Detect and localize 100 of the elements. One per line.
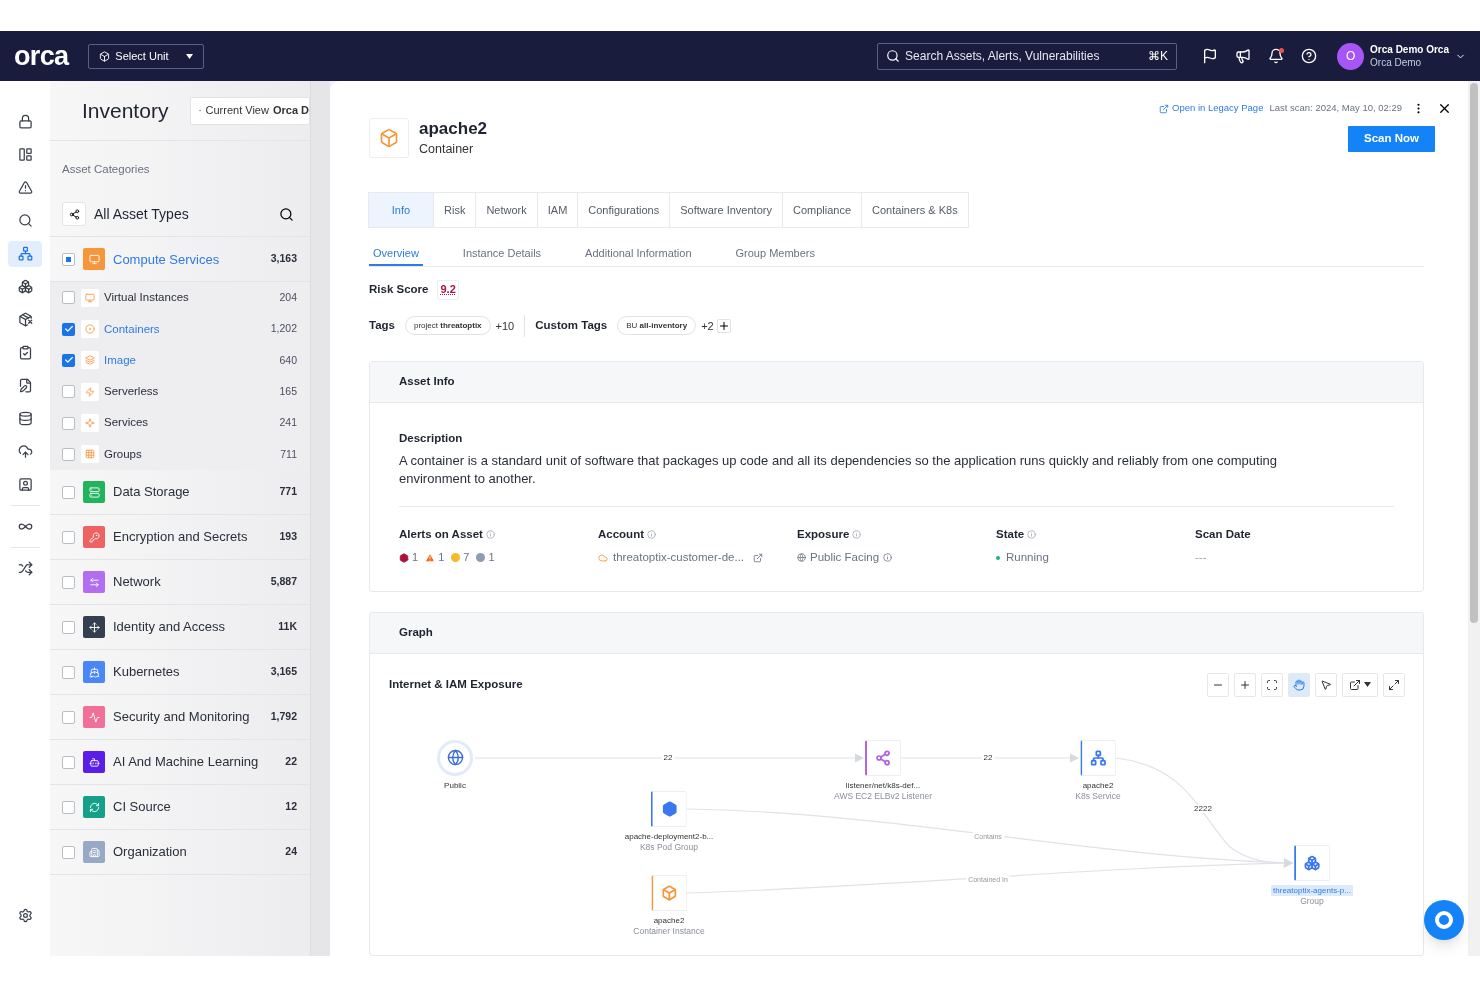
flag-icon[interactable]	[1202, 48, 1219, 64]
checkbox[interactable]	[62, 322, 75, 336]
checkbox[interactable]	[62, 620, 75, 634]
search-field[interactable]: Search Assets, Alerts, Vulnerabilities	[905, 47, 1144, 65]
caret-icon	[186, 53, 194, 59]
tab[interactable]: Info	[368, 191, 434, 228]
node-name[interactable]: apache2	[1080, 779, 1116, 791]
checkbox[interactable]	[62, 485, 75, 499]
node-name[interactable]: apache-deployment2-b...	[622, 830, 716, 842]
node-name[interactable]: threatoptix-agents-p...	[1271, 884, 1353, 896]
subcategory-item[interactable]: Serverless	[104, 383, 159, 401]
close-icon[interactable]	[1437, 101, 1452, 116]
count: 771	[279, 484, 297, 500]
zoom-in-button[interactable]	[1234, 672, 1256, 697]
unit-select[interactable]: Select Unit	[88, 43, 205, 69]
subtab[interactable]: Instance Details	[458, 241, 546, 266]
checkbox[interactable]	[62, 416, 75, 430]
legacy-page-link[interactable]: Open in Legacy Page	[1172, 101, 1264, 116]
more-tags[interactable]: +10	[495, 317, 515, 334]
help-icon[interactable]	[1301, 48, 1318, 64]
node-name[interactable]: listener/net/k8s-def...	[843, 779, 923, 791]
scrollbar[interactable]	[1468, 81, 1480, 956]
view-selector[interactable]: Current View Orca D	[190, 96, 310, 125]
field-label: Risk Score	[369, 282, 429, 298]
asset-type: Container	[419, 141, 475, 158]
graph-node[interactable]	[1080, 739, 1116, 776]
subcategory-item[interactable]: Virtual Instances	[104, 289, 189, 307]
category-item[interactable]: Compute Services	[113, 249, 220, 269]
tab[interactable]: Containers & K8s	[861, 191, 969, 228]
graph-node[interactable]	[437, 739, 473, 776]
category-item[interactable]: Kubernetes	[113, 662, 180, 682]
tab[interactable]: Compliance	[781, 191, 863, 228]
pan-button[interactable]	[1288, 672, 1310, 697]
count: 193	[279, 529, 297, 545]
category-item[interactable]: Encryption and Secrets	[113, 527, 248, 547]
tab[interactable]: IAM	[536, 191, 579, 228]
category-item[interactable]: CI Source	[113, 797, 171, 817]
chat-button[interactable]	[1424, 900, 1464, 940]
count: 1,792	[270, 709, 297, 725]
alert-count[interactable]: 7	[463, 549, 470, 566]
add-tag-button[interactable]	[716, 318, 731, 333]
sparkle-icon	[81, 414, 99, 433]
category-item[interactable]: Network	[113, 572, 161, 592]
zoom-out-button[interactable]	[1207, 672, 1229, 697]
checkbox[interactable]	[62, 447, 75, 461]
checkbox[interactable]	[62, 385, 75, 399]
hierarchy-icon[interactable]	[8, 240, 42, 267]
pan-icon	[1293, 678, 1305, 691]
alert-count[interactable]: 1	[438, 549, 445, 566]
graph-node[interactable]	[651, 874, 687, 911]
node-type: Group	[1300, 895, 1324, 907]
checkbox[interactable]	[62, 665, 75, 679]
category-item[interactable]: Organization	[113, 842, 187, 862]
category-item[interactable]: AI And Machine Learning	[113, 752, 259, 772]
asset-type-selector[interactable]: All Asset Types	[50, 192, 310, 238]
export-button[interactable]	[1342, 672, 1378, 697]
graph-node[interactable]	[651, 790, 687, 827]
search-bar[interactable]: Search Assets, Alerts, Vulnerabilities ⌘K	[877, 42, 1178, 70]
subcategory-item[interactable]: Services	[104, 414, 149, 432]
search-icon[interactable]	[279, 206, 294, 222]
checkbox[interactable]	[62, 575, 75, 589]
subcategory-item[interactable]: Image	[104, 351, 136, 370]
fullscreen-button[interactable]	[1383, 672, 1405, 697]
tab[interactable]: Software Inventory	[669, 191, 783, 228]
graph-node[interactable]	[1294, 844, 1330, 881]
select-button[interactable]	[1315, 672, 1337, 697]
checkbox[interactable]	[62, 252, 75, 266]
graph-node[interactable]	[865, 739, 901, 776]
checkbox[interactable]	[62, 354, 75, 367]
avatar[interactable]: O	[1337, 42, 1365, 70]
edge-label: 22	[661, 753, 675, 762]
scan-button[interactable]: Scan Now	[1348, 126, 1435, 152]
subtab[interactable]: Overview	[369, 241, 423, 266]
node-name[interactable]: apache2	[651, 914, 687, 926]
checkbox[interactable]	[62, 755, 75, 769]
field-value: Public Facing	[810, 550, 880, 566]
checkbox[interactable]	[62, 710, 75, 724]
tab[interactable]: Network	[475, 191, 538, 228]
checkbox[interactable]	[62, 530, 75, 544]
checkbox[interactable]	[62, 291, 75, 305]
more-tags[interactable]: +2	[701, 317, 714, 334]
alert-count[interactable]: 1	[488, 549, 495, 566]
node-name[interactable]: Public	[442, 779, 468, 791]
category-item[interactable]: Data Storage	[113, 482, 190, 502]
category-item[interactable]: Identity and Access	[113, 617, 225, 637]
subcategory-item[interactable]: Containers	[104, 320, 160, 338]
checkbox[interactable]	[62, 845, 75, 859]
category-item[interactable]: Security and Monitoring	[113, 707, 250, 727]
tab[interactable]: Configurations	[577, 191, 671, 228]
alert-count[interactable]: 1	[412, 549, 419, 566]
megaphone-icon[interactable]	[1235, 48, 1252, 64]
account-link[interactable]: threatoptix-customer-de...	[613, 549, 745, 567]
checkbox[interactable]	[62, 800, 75, 814]
fit-button[interactable]	[1261, 672, 1283, 697]
subtab[interactable]: Additional Information	[581, 241, 696, 266]
tab[interactable]: Risk	[433, 191, 477, 228]
bell-icon[interactable]	[1268, 48, 1285, 64]
fit-icon	[1266, 678, 1278, 691]
subtab[interactable]: Group Members	[731, 241, 819, 266]
subcategory-item[interactable]: Groups	[104, 445, 142, 463]
